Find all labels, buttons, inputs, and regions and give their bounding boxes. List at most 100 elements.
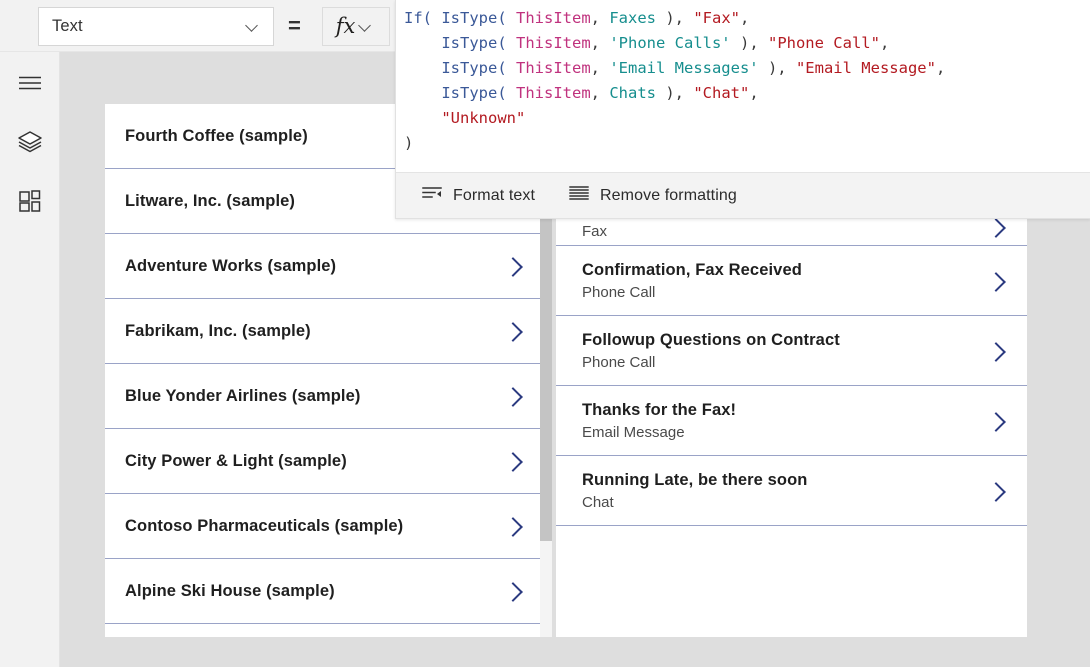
gallery-row-text: Fax <box>582 219 607 241</box>
gallery-accounts-row[interactable]: Blue Yonder Airlines (sample) <box>105 364 540 429</box>
rail-item-menu[interactable] <box>12 67 48 103</box>
formula-token-pun: ), <box>758 59 796 77</box>
gallery-row-title: Fabrikam, Inc. (sample) <box>125 322 311 340</box>
chevron-right-icon[interactable] <box>504 257 522 275</box>
format-text-icon <box>422 185 442 206</box>
gallery-row-text: Blue Yonder Airlines (sample) <box>125 386 361 406</box>
gallery-row-text: Running Late, be there soon Chat <box>582 470 807 512</box>
fx-icon: fx <box>335 14 356 38</box>
gallery-row-title: Alpine Ski House (sample) <box>125 582 335 600</box>
formula-token-pun <box>432 9 441 27</box>
gallery-row-title: Fourth Coffee (sample) <box>125 127 308 145</box>
gallery-accounts-row[interactable]: Contoso Pharmaceuticals (sample) <box>105 494 540 559</box>
hamburger-menu-icon <box>18 74 42 97</box>
formula-token-pun <box>404 84 441 102</box>
remove-formatting-icon <box>569 185 589 206</box>
gallery-row-text: Litware, Inc. (sample) <box>125 191 295 211</box>
left-rail <box>0 52 60 667</box>
gallery-row-subtitle: Phone Call <box>582 283 656 301</box>
gallery-row-text: Followup Questions on Contract Phone Call <box>582 330 840 372</box>
gallery-activities-row[interactable]: Thanks for the Fax! Email Message <box>556 386 1027 456</box>
formula-token-pun: , <box>749 84 759 102</box>
property-select[interactable]: Text <box>38 7 274 46</box>
formula-line: IsType( ThisItem, Chats ), "Chat", <box>404 81 1081 106</box>
formula-token-pun: , <box>879 34 890 52</box>
gallery-accounts-row[interactable]: Alpine Ski House (sample) <box>105 559 540 624</box>
chevron-right-icon[interactable] <box>987 342 1005 360</box>
chevron-right-icon[interactable] <box>987 272 1005 290</box>
rail-item-tree-view[interactable] <box>12 125 48 161</box>
power-apps-studio: Text = fx Fourth Coffee (sample) Litware… <box>0 0 1090 667</box>
format-text-label: Format text <box>453 186 536 204</box>
gallery-accounts-row[interactable]: Adventure Works (sample) <box>105 234 540 299</box>
chevron-right-icon[interactable] <box>987 218 1005 236</box>
formula-token-var: ThisItem <box>516 84 591 102</box>
formula-token-str: "Chat" <box>693 84 750 102</box>
gallery-activities[interactable]: Fax Confirmation, Fax Received Phone Call F… <box>556 208 1027 667</box>
formula-token-pun: , <box>590 84 610 102</box>
formula-token-pun <box>507 59 516 77</box>
formula-input[interactable]: If( IsType( ThisItem, Faxes ), "Fax", Is… <box>396 0 1090 173</box>
chevron-right-icon[interactable] <box>504 517 522 535</box>
gallery-row-title: Litware, Inc. (sample) <box>125 192 295 210</box>
gallery-row-text: Confirmation, Fax Received Phone Call <box>582 260 802 302</box>
chevron-right-icon[interactable] <box>504 582 522 600</box>
fx-button[interactable]: fx <box>322 7 390 46</box>
formula-token-tbl: 'Email Messages' <box>609 59 759 77</box>
chevron-right-icon[interactable] <box>987 412 1005 430</box>
chevron-right-icon[interactable] <box>504 387 522 405</box>
gallery-row-title: Contoso Pharmaceuticals (sample) <box>125 517 404 535</box>
gallery-row-title: Confirmation, Fax Received <box>582 260 802 279</box>
gallery-activities-row[interactable]: Running Late, be there soon Chat <box>556 456 1027 526</box>
gallery-activities-items: Fax Confirmation, Fax Received Phone Call F… <box>556 208 1027 612</box>
formula-token-pun: ) <box>404 134 414 152</box>
formula-token-tbl: Faxes <box>609 9 657 27</box>
formula-token-str: "Fax" <box>693 9 741 27</box>
formula-token-var: ThisItem <box>516 59 591 77</box>
formula-token-pun: , <box>590 9 610 27</box>
format-text-button[interactable]: Format text <box>418 180 539 212</box>
gallery-row-text: Contoso Pharmaceuticals (sample) <box>125 516 403 536</box>
gallery-accounts-row[interactable]: City Power & Light (sample) <box>105 429 540 494</box>
gallery-row-text: Adventure Works (sample) <box>125 256 336 276</box>
gallery-row-subtitle: Phone Call <box>582 353 656 371</box>
formula-token-fn: IsType( <box>441 59 507 77</box>
formula-line: If( IsType( ThisItem, Faxes ), "Fax", <box>404 6 1081 31</box>
gallery-row-title: Followup Questions on Contract <box>582 330 840 349</box>
gallery-activities-row[interactable]: Confirmation, Fax Received Phone Call <box>556 246 1027 316</box>
formula-token-pun: , <box>740 9 750 27</box>
chevron-right-icon[interactable] <box>504 322 522 340</box>
formula-token-pun: ), <box>656 9 694 27</box>
gallery-accounts-row[interactable]: Fabrikam, Inc. (sample) <box>105 299 540 364</box>
gallery-row-text: City Power & Light (sample) <box>125 451 347 471</box>
chevron-right-icon[interactable] <box>504 452 522 470</box>
formula-token-str: "Unknown" <box>441 109 526 127</box>
formula-token-str: "Phone Call" <box>767 34 880 52</box>
remove-formatting-button[interactable]: Remove formatting <box>565 180 741 212</box>
gallery-row-text: Fourth Coffee (sample) <box>125 126 308 146</box>
insert-components-icon <box>18 189 42 218</box>
formula-token-pun <box>507 9 516 27</box>
formula-token-pun <box>507 84 516 102</box>
layers-icon <box>17 129 43 158</box>
canvas-bottom-strip <box>60 637 1090 667</box>
formula-token-fn: If( <box>404 9 432 27</box>
formula-token-pun: , <box>590 59 610 77</box>
rail-item-insert[interactable] <box>12 185 48 221</box>
formula-token-tbl: 'Phone Calls' <box>609 34 731 52</box>
gallery-row-subtitle: Fax <box>582 223 608 240</box>
chevron-right-icon[interactable] <box>987 482 1005 500</box>
formula-line: IsType( ThisItem, 'Email Messages' ), "E… <box>404 56 1081 81</box>
formula-bar-toolbar: Format text Remove formatting <box>396 172 1090 218</box>
formula-line: ) <box>404 131 1081 156</box>
gallery-row-title: Adventure Works (sample) <box>125 257 337 275</box>
formula-token-var: ThisItem <box>516 34 591 52</box>
remove-formatting-label: Remove formatting <box>600 186 737 204</box>
gallery-row-title: Running Late, be there soon <box>582 470 808 489</box>
gallery-row-text: Thanks for the Fax! Email Message <box>582 400 736 442</box>
formula-token-pun <box>404 109 441 127</box>
gallery-activities-row[interactable]: Followup Questions on Contract Phone Call <box>556 316 1027 386</box>
formula-token-pun: ), <box>656 84 694 102</box>
formula-token-pun <box>507 34 516 52</box>
formula-token-pun: , <box>590 34 610 52</box>
